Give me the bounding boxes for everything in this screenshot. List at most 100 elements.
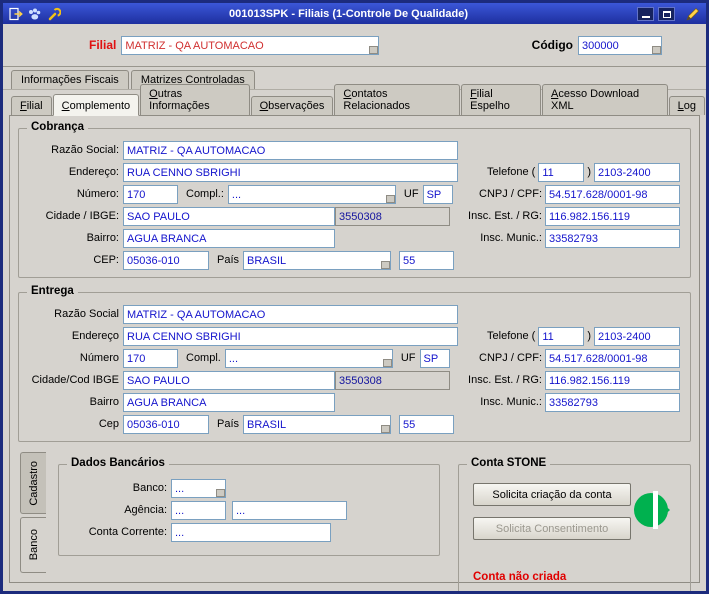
entrega-razao-social-input[interactable] bbox=[123, 305, 458, 324]
cidade-label: Cidade / IBGE: bbox=[45, 210, 119, 222]
cobranca-title: Cobrança bbox=[27, 121, 89, 133]
conta-stone-title: Conta STONE bbox=[467, 457, 551, 469]
conta-stone-section: Conta STONE Solicita criação da conta So… bbox=[458, 457, 691, 591]
entrega-ddi-input[interactable] bbox=[399, 415, 455, 434]
pais-label: País bbox=[217, 418, 240, 430]
app-window: 001013SPK - Filiais (1-Controle De Quali… bbox=[0, 0, 709, 594]
wrench-icon[interactable] bbox=[45, 6, 62, 22]
agencia-dv-input[interactable] bbox=[232, 501, 347, 520]
uf-label: UF bbox=[400, 352, 416, 364]
entrega-cnpj-input[interactable] bbox=[545, 349, 680, 368]
uf-label: UF bbox=[403, 188, 419, 200]
entrega-ddd-input[interactable] bbox=[538, 327, 585, 346]
cobranca-ddd-input[interactable] bbox=[538, 163, 585, 182]
lookup-icon[interactable] bbox=[385, 194, 395, 203]
insc-est-label: Insc. Est. / RG: bbox=[468, 374, 542, 386]
solicita-criacao-conta-button[interactable]: Solicita criação da conta bbox=[473, 483, 631, 506]
entrega-telefone-input[interactable] bbox=[594, 327, 680, 346]
entrega-pais-input[interactable] bbox=[243, 415, 392, 434]
entrega-cep-input[interactable] bbox=[123, 415, 209, 434]
side-tab-banco[interactable]: Banco bbox=[20, 517, 46, 573]
cobranca-compl-input[interactable] bbox=[227, 185, 396, 204]
lookup-icon[interactable] bbox=[216, 488, 225, 497]
tab-acesso-download-xml[interactable]: Acesso Download XML bbox=[542, 84, 668, 115]
lookup-icon[interactable] bbox=[381, 260, 391, 269]
cobranca-ddi-input[interactable] bbox=[399, 251, 455, 270]
lookup-icon[interactable] bbox=[369, 45, 379, 54]
cobranca-razao-social-input[interactable] bbox=[123, 141, 458, 160]
side-tab-bar: Cadastro Banco bbox=[20, 452, 46, 586]
tab-filial-espelho[interactable]: Filial Espelho bbox=[461, 84, 541, 115]
telefone-close-label: ) bbox=[587, 330, 591, 342]
numero-label: Número bbox=[79, 352, 119, 364]
insc-est-label: Insc. Est. / RG: bbox=[468, 210, 542, 222]
solicita-consentimento-button: Solicita Consentimento bbox=[473, 517, 631, 540]
entrega-endereco-input[interactable] bbox=[123, 327, 458, 346]
banco-label: Banco: bbox=[132, 482, 167, 494]
entrega-insc-mun-input[interactable] bbox=[545, 393, 680, 412]
cnpj-label: CNPJ / CPF: bbox=[479, 188, 542, 200]
minimize-icon[interactable] bbox=[637, 6, 654, 21]
edit-pencil-icon[interactable] bbox=[683, 6, 702, 22]
cnpj-label: CNPJ / CPF: bbox=[479, 352, 542, 364]
cep-label: CEP: bbox=[93, 254, 119, 266]
filial-input[interactable] bbox=[121, 36, 380, 55]
dados-bancarios-title: Dados Bancários bbox=[67, 457, 169, 469]
cobranca-insc-est-input[interactable] bbox=[545, 207, 680, 226]
cidade-label: Cidade/Cod IBGE bbox=[31, 374, 119, 386]
razao-social-label: Razão Social bbox=[54, 308, 119, 320]
conta-status-text: Conta não criada bbox=[473, 571, 567, 583]
tab-contatos-relacionados[interactable]: Contatos Relacionados bbox=[334, 84, 461, 115]
cobranca-cnpj-input[interactable] bbox=[545, 185, 680, 204]
cobranca-pais-input[interactable] bbox=[243, 251, 392, 270]
conta-corrente-label: Conta Corrente: bbox=[88, 526, 167, 538]
codigo-input[interactable] bbox=[578, 36, 662, 55]
entrega-title: Entrega bbox=[27, 285, 78, 297]
entrega-compl-input[interactable] bbox=[224, 349, 393, 368]
conta-corrente-input[interactable] bbox=[171, 523, 331, 542]
entrega-cidade-input[interactable] bbox=[123, 371, 335, 390]
complemento-panel: Cobrança Razão Social: Endereço: Número:… bbox=[9, 115, 700, 591]
cobranca-section: Cobrança Razão Social: Endereço: Número:… bbox=[18, 121, 691, 278]
codigo-label: Código bbox=[531, 38, 573, 52]
filial-field bbox=[121, 36, 380, 55]
pais-label: País bbox=[217, 254, 240, 266]
entrega-section: Entrega Razão Social Endereço Número Com… bbox=[18, 285, 691, 442]
cobranca-endereco-input[interactable] bbox=[123, 163, 458, 182]
razao-social-label: Razão Social: bbox=[51, 144, 119, 156]
compl-label: Compl. bbox=[186, 352, 221, 364]
cep-label: Cep bbox=[98, 418, 119, 430]
entrega-insc-est-input[interactable] bbox=[545, 371, 680, 390]
exit-icon[interactable] bbox=[7, 6, 24, 22]
cobranca-cep-input[interactable] bbox=[123, 251, 209, 270]
lookup-icon[interactable] bbox=[382, 358, 392, 367]
header-band: Filial Código bbox=[3, 24, 706, 67]
cobranca-numero-input[interactable] bbox=[123, 185, 178, 204]
maximize-icon[interactable] bbox=[658, 6, 675, 21]
dados-bancarios-section: Dados Bancários Banco: Agência: Conta Co… bbox=[58, 457, 440, 556]
cobranca-telefone-input[interactable] bbox=[594, 163, 680, 182]
entrega-bairro-input[interactable] bbox=[123, 393, 335, 412]
tab-complemento[interactable]: Complemento bbox=[52, 94, 140, 116]
tab-observacoes[interactable]: Observações bbox=[250, 96, 334, 115]
cobranca-insc-mun-input[interactable] bbox=[545, 229, 680, 248]
agencia-input[interactable] bbox=[171, 501, 226, 520]
main-tab-bar: Filial Complemento Outras Informações Ob… bbox=[3, 84, 706, 116]
bottom-section: Cadastro Banco Dados Bancários Banco: Ag… bbox=[20, 452, 693, 591]
tab-informacoes-fiscais[interactable]: Informações Fiscais bbox=[11, 70, 129, 89]
tab-log[interactable]: Log bbox=[668, 96, 706, 115]
lookup-icon[interactable] bbox=[652, 45, 661, 54]
tab-filial[interactable]: Filial bbox=[11, 96, 52, 115]
cobranca-cidade-input[interactable] bbox=[123, 207, 335, 226]
cobranca-bairro-input[interactable] bbox=[123, 229, 335, 248]
tab-outras-informacoes[interactable]: Outras Informações bbox=[140, 84, 250, 115]
endereco-label: Endereço: bbox=[68, 166, 119, 178]
agencia-label: Agência: bbox=[124, 504, 167, 516]
side-tab-cadastro[interactable]: Cadastro bbox=[20, 452, 46, 514]
telefone-label: Telefone ( bbox=[487, 330, 536, 342]
telefone-close-label: ) bbox=[587, 166, 591, 178]
app-icon bbox=[26, 6, 43, 22]
insc-mun-label: Insc. Munic.: bbox=[480, 232, 542, 244]
lookup-icon[interactable] bbox=[381, 424, 391, 433]
entrega-numero-input[interactable] bbox=[123, 349, 178, 368]
